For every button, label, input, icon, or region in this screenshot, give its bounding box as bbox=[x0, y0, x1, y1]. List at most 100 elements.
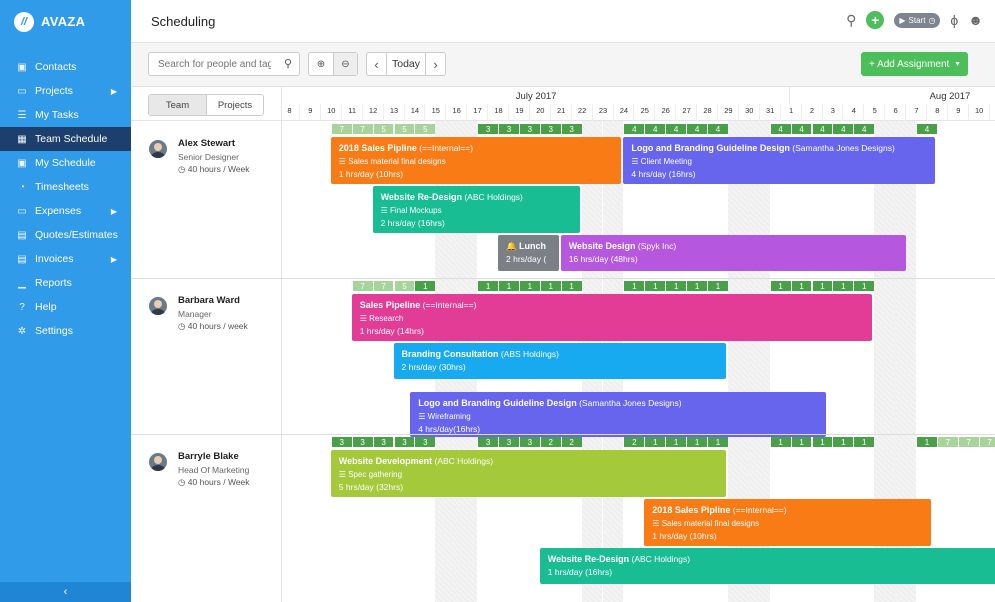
availability-cell: 1 bbox=[645, 281, 666, 291]
sidebar-item-label: Settings bbox=[35, 325, 73, 337]
chevron-down-icon[interactable]: ▼ bbox=[954, 61, 961, 68]
availability-cell: 1 bbox=[499, 281, 519, 291]
search-icon[interactable]: ⚲ bbox=[846, 12, 856, 29]
assignment-bar[interactable]: 🔔 Lunch 2 hrs/day ( bbox=[498, 235, 559, 271]
user-avatar-icon[interactable]: ☻ bbox=[968, 12, 983, 28]
assignment-title: Branding Consultation (ABS Holdings) bbox=[402, 348, 718, 361]
availability-cell: 1 bbox=[561, 281, 582, 291]
assignment-bar[interactable]: 2018 Sales Pipline (==Internal==) ☰ Sales… bbox=[644, 499, 931, 546]
tab-team[interactable]: Team bbox=[149, 95, 206, 115]
month-divider bbox=[788, 87, 790, 104]
clock-icon: ◷ bbox=[178, 321, 188, 331]
availability-cell: 4 bbox=[917, 124, 937, 134]
avatar[interactable] bbox=[149, 140, 167, 158]
assignment-bar[interactable]: Logo and Branding Guideline Design (Sama… bbox=[410, 392, 827, 437]
availability-cell: 2 bbox=[540, 437, 561, 447]
quick-add-button[interactable]: + bbox=[866, 11, 885, 29]
sidebar-item-label: Team Schedule bbox=[35, 133, 108, 145]
assignment-name: Website Re-Design bbox=[380, 192, 462, 202]
capacity-label: 40 hours / Week bbox=[187, 477, 250, 487]
person-info: Barryle Blake Head Of Marketing ◷ 40 hours… bbox=[131, 451, 282, 493]
timer-button[interactable]: ▶ Start ◷ bbox=[894, 12, 941, 28]
day-label: 2 bbox=[809, 106, 815, 115]
assignment-task: ☰ Research bbox=[360, 312, 865, 325]
person-role: Manager bbox=[178, 309, 212, 319]
assignment-client: (ABC Holdings) bbox=[432, 456, 494, 466]
collapse-sidebar-button[interactable]: ‹ bbox=[0, 582, 131, 602]
person-name[interactable]: Barryle Blake bbox=[178, 451, 239, 462]
availability-cell: 7 bbox=[373, 281, 394, 291]
search-icon[interactable]: ⚲ bbox=[284, 57, 292, 70]
sidebar-item-my-tasks[interactable]: ☰ My Tasks bbox=[0, 103, 131, 127]
zoom-out-icon[interactable]: ⊖ bbox=[333, 53, 357, 75]
brand[interactable]: // AVAZA bbox=[0, 0, 131, 43]
availability-cell: 3 bbox=[561, 124, 582, 134]
assignment-name: Website Design bbox=[568, 241, 636, 251]
tab-projects[interactable]: Projects bbox=[206, 95, 263, 115]
person-role: Senior Designer bbox=[178, 152, 239, 162]
sidebar-item-timesheets[interactable]: ◔ Timesheets bbox=[0, 175, 131, 199]
sidebar-item-settings[interactable]: ✲ Settings bbox=[0, 319, 131, 343]
assignment-bar[interactable]: 2018 Sales Pipline (==Internal==) ☰ Sales… bbox=[330, 137, 622, 184]
assignment-hours: 2 hrs/day ( bbox=[506, 254, 547, 264]
day-label: 6 bbox=[893, 106, 898, 115]
assignment-bar[interactable]: Branding Consultation (ABS Holdings) 2 hr… bbox=[393, 343, 726, 379]
search-input[interactable] bbox=[149, 53, 271, 75]
zoom-in-icon[interactable]: ⊕ bbox=[309, 53, 333, 75]
sidebar-item-contacts[interactable]: ▣ Contacts bbox=[0, 55, 131, 79]
task-list-icon: ☰ bbox=[631, 157, 641, 166]
sidebar-item-team-schedule[interactable]: ▦ Team Schedule bbox=[0, 127, 131, 151]
availability-cell: 1 bbox=[791, 281, 812, 291]
assignment-hours: 1 hrs/day (14hrs) bbox=[359, 326, 424, 336]
availability-cell: 7 bbox=[958, 437, 979, 447]
assignment-title: Logo and Branding Guideline Design (Sama… bbox=[631, 142, 927, 155]
sidebar-item-quotes-estimates[interactable]: ▤ Quotes/Estimates bbox=[0, 223, 131, 247]
today-button[interactable]: Today bbox=[386, 53, 426, 75]
availability-cell: 1 bbox=[854, 281, 875, 291]
assignment-bar[interactable]: Logo and Branding Guideline Design (Sama… bbox=[623, 137, 935, 184]
assignment-name: Website Development bbox=[338, 456, 433, 466]
assignment-bar[interactable]: Sales Pipeline (==Internal==) ☰ Research 1… bbox=[351, 294, 873, 341]
sidebar-item-expenses[interactable]: ▭ Expenses ▶ bbox=[0, 199, 131, 223]
assignment-name: Lunch bbox=[518, 241, 546, 251]
availability-cell: 1 bbox=[415, 281, 436, 291]
chevron-left-icon: ‹ bbox=[63, 586, 68, 598]
day-label: 17 bbox=[473, 106, 482, 115]
person-role: Head Of Marketing bbox=[178, 465, 250, 475]
assignment-name: Logo and Branding Guideline Design bbox=[631, 143, 790, 153]
view-tabs-area: Team Projects bbox=[131, 87, 282, 121]
person-name[interactable]: Barbara Ward bbox=[178, 295, 240, 306]
assignment-task: ☰ Sales material final designs bbox=[339, 155, 614, 168]
notifications-icon[interactable]: ϕ bbox=[950, 12, 958, 28]
assignment-bar[interactable]: Website Re-Design (ABC Holdings) 1 hrs/da… bbox=[539, 548, 995, 584]
gear-icon: ✲ bbox=[17, 325, 27, 337]
assignment-title: Logo and Branding Guideline Design (Sama… bbox=[418, 397, 818, 410]
add-assignment-button[interactable]: + Add Assignment ▼ bbox=[861, 52, 968, 76]
next-period-button[interactable]: › bbox=[426, 53, 445, 75]
person-row-divider bbox=[131, 434, 282, 435]
assignment-bar[interactable]: Website Development (ABC Holdings) ☰ Spec… bbox=[330, 450, 726, 497]
availability-cell: 5 bbox=[415, 124, 436, 134]
sidebar-item-help[interactable]: ? Help bbox=[0, 295, 131, 319]
avatar[interactable] bbox=[149, 453, 167, 471]
availability-cell: 1 bbox=[624, 281, 645, 291]
previous-period-button[interactable]: ‹ bbox=[367, 53, 386, 75]
sidebar-item-projects[interactable]: ▭ Projects ▶ bbox=[0, 79, 131, 103]
bell-icon: 🔔 bbox=[506, 241, 519, 251]
day-label: 19 bbox=[515, 106, 524, 115]
person-name[interactable]: Alex Stewart bbox=[178, 138, 235, 149]
day-label: 26 bbox=[661, 106, 670, 115]
availability-cell: 1 bbox=[812, 281, 833, 291]
assignment-bar[interactable]: Website Re-Design (ABC Holdings) ☰ Final … bbox=[372, 186, 580, 233]
day-label: 20 bbox=[536, 106, 545, 115]
sidebar: // AVAZA ▣ Contacts ▭ Projects ▶ ☰ My Tasks ▦ Te… bbox=[0, 0, 131, 602]
assignment-bar[interactable]: Website Design (Spyk Inc) 16 hrs/day (48h… bbox=[560, 235, 906, 271]
task-list-icon: ☰ bbox=[418, 412, 428, 421]
avatar[interactable] bbox=[149, 297, 167, 315]
sidebar-item-invoices[interactable]: ▤ Invoices ▶ bbox=[0, 247, 131, 271]
person-capacity: ◷ 40 hours / Week bbox=[178, 164, 250, 175]
sidebar-item-reports[interactable]: ▁ Reports bbox=[0, 271, 131, 295]
assignment-client: (ABC Holdings) bbox=[461, 192, 523, 202]
calendar-check-icon: ▣ bbox=[17, 157, 27, 169]
sidebar-item-my-schedule[interactable]: ▣ My Schedule bbox=[0, 151, 131, 175]
